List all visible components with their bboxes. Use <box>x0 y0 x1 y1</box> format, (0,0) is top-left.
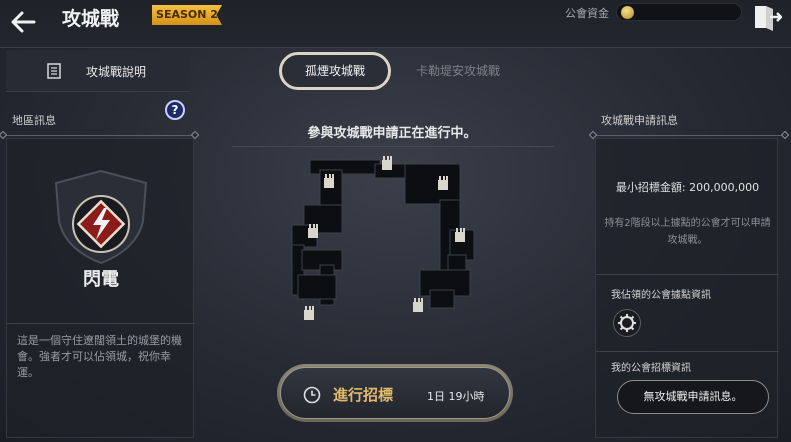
region-info-label: 地區訊息 <box>12 114 56 127</box>
bid-time-remaining: 1日 19小時 <box>427 390 485 403</box>
castle-map <box>291 156 475 320</box>
lightning-emblem-icon <box>72 195 130 253</box>
top-bar: 攻城戰 SEASON 2 公會資金 <box>0 0 791 48</box>
region-name: 閃電 <box>83 269 119 290</box>
application-panel: 最小招標金額: 200,000,000 持有2階段以上據點的公會才可以申請攻城戰… <box>595 138 779 438</box>
tab-kaletian-siege[interactable]: 卡勒堤安攻城戰 <box>403 52 513 90</box>
region-description: 這是一個守住遼闊領土的城堡的機會。強者才可以佔領城，祝你幸運。 <box>17 334 182 379</box>
min-bid-amount: 最小招標金額: 200,000,000 <box>615 181 760 194</box>
guild-funds-label: 公會資金 <box>565 7 609 20</box>
coin-icon <box>621 6 634 19</box>
divider <box>596 351 779 352</box>
tab-lonely-smoke-siege[interactable]: 孤煙攻城戰 <box>279 52 391 90</box>
region-panel: 閃電 這是一個守住遼闊領土的城堡的機會。強者才可以佔領城，祝你幸運。 <box>6 138 195 438</box>
divider <box>4 135 196 136</box>
gear-icon[interactable] <box>613 309 641 337</box>
no-application-button[interactable]: 無攻城戰申請訊息。 <box>617 380 769 414</box>
help-icon[interactable]: ? <box>165 100 185 120</box>
divider <box>7 323 195 324</box>
divider <box>594 135 784 136</box>
season-badge: SEASON 2 <box>152 5 222 25</box>
divider <box>232 146 554 147</box>
siege-guide-label: 攻城戰說明 <box>86 65 147 79</box>
page-title: 攻城戰 <box>62 8 120 30</box>
siege-status-text: 參與攻城戰申請正在進行中。 <box>307 126 477 141</box>
siege-guide-tab[interactable]: 攻城戰說明 <box>6 50 190 92</box>
divider-ornament <box>780 130 790 140</box>
exit-door-icon[interactable] <box>752 3 783 31</box>
clock-icon <box>303 386 321 404</box>
divider <box>596 274 779 275</box>
bid-button-label: 進行招標 <box>333 386 394 404</box>
document-icon <box>46 63 62 79</box>
guild-bid-info-label: 我的公會招標資訊 <box>611 363 691 374</box>
application-info-label: 攻城戰申請訊息 <box>601 114 678 127</box>
guild-funds-bar <box>616 3 742 21</box>
bid-button[interactable]: 進行招標 1日 19小時 <box>277 364 513 422</box>
back-arrow-icon[interactable] <box>8 6 40 38</box>
occupied-territory-label: 我佔領的公會據點資訊 <box>611 290 711 301</box>
requirement-note: 持有2階段以上據點的公會才可以申請攻城戰。 <box>604 218 771 246</box>
